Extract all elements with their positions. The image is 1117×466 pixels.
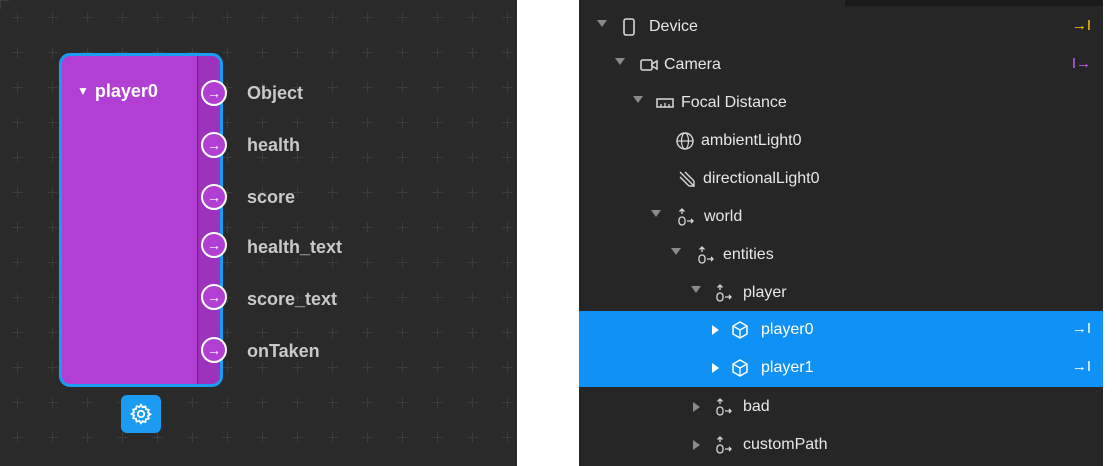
expand-arrow-icon[interactable] xyxy=(651,210,661,217)
output-icon[interactable]: →I xyxy=(1072,358,1091,375)
output-label-score: score xyxy=(247,187,296,207)
scene-hierarchy-panel: Device →I Camera I→ Focal Distance ambie… xyxy=(579,0,1103,466)
tree-row-label: player0 xyxy=(761,321,814,338)
tree-row-label: Focal Distance xyxy=(681,94,787,111)
expand-arrow-icon[interactable] xyxy=(712,325,719,335)
cube-icon xyxy=(732,321,748,339)
tree-row-player0[interactable]: player0 →I xyxy=(579,311,1103,349)
directional-light-icon xyxy=(679,171,695,187)
tree-row-label: player xyxy=(743,284,787,301)
arrow-right-icon: → xyxy=(207,137,221,153)
panel-top-edge xyxy=(845,0,1103,6)
camera-icon xyxy=(640,59,658,71)
output-label-health: health xyxy=(247,135,301,155)
expand-arrow-icon[interactable] xyxy=(671,248,681,255)
tree-row-label: ambientLight0 xyxy=(701,132,802,149)
output-port-health[interactable]: → xyxy=(201,132,227,158)
output-port-object[interactable]: → xyxy=(201,80,227,106)
tree-row-camera[interactable]: Camera I→ xyxy=(579,46,1103,84)
expand-arrow-icon[interactable] xyxy=(693,402,700,412)
tree-row-directional-light[interactable]: directionalLight0 xyxy=(579,160,1103,198)
tree-row-label: Camera xyxy=(664,56,721,73)
output-port-score[interactable]: → xyxy=(201,184,227,210)
output-port-ontaken[interactable]: → xyxy=(201,337,227,363)
expand-arrow-icon[interactable] xyxy=(597,20,607,27)
device-icon xyxy=(623,18,635,36)
collapse-triangle-icon[interactable]: ▼ xyxy=(77,84,89,98)
output-label-ontaken: onTaken xyxy=(247,341,320,361)
gear-icon xyxy=(129,403,153,425)
tree-row-label: bad xyxy=(743,398,770,415)
node-settings-button[interactable] xyxy=(121,395,161,433)
expand-arrow-icon[interactable] xyxy=(712,363,719,373)
expand-arrow-icon[interactable] xyxy=(691,286,701,293)
arrow-right-icon: → xyxy=(207,289,221,305)
null-object-icon xyxy=(716,284,732,302)
null-object-icon xyxy=(716,436,732,454)
expand-arrow-icon[interactable] xyxy=(615,58,625,65)
arrow-right-icon: → xyxy=(207,189,221,205)
focal-distance-icon xyxy=(656,98,674,108)
output-port-score-text[interactable]: → xyxy=(201,284,227,310)
tree-row-entities[interactable]: entities xyxy=(579,236,1103,274)
output-label-health-text: health_text xyxy=(247,237,343,257)
tree-row-world[interactable]: world xyxy=(579,198,1103,236)
globe-icon xyxy=(676,132,694,150)
tree-row-label: player1 xyxy=(761,359,814,376)
arrow-right-icon: → xyxy=(207,342,221,358)
arrow-right-icon: → xyxy=(207,237,221,253)
tree-row-bad[interactable]: bad xyxy=(579,388,1103,426)
expand-arrow-icon[interactable] xyxy=(693,440,700,450)
patch-editor-canvas[interactable]: ▼ player0 → Object → health → score → hea… xyxy=(0,0,517,466)
cube-icon xyxy=(732,359,748,377)
tree-row-focal-distance[interactable]: Focal Distance xyxy=(579,84,1103,122)
tree-row-label: customPath xyxy=(743,436,828,453)
camera-input-icon[interactable]: I→ xyxy=(1072,55,1091,72)
tree-row-custompath[interactable]: customPath xyxy=(579,426,1103,464)
tree-row-label: entities xyxy=(723,246,774,263)
node-title-text: player0 xyxy=(94,81,158,101)
tree-row-label: Device xyxy=(649,18,698,35)
expand-arrow-icon[interactable] xyxy=(633,96,643,103)
patch-node-player0[interactable]: ▼ player0 xyxy=(59,53,223,387)
node-title[interactable]: ▼ player0 xyxy=(77,82,158,102)
device-output-icon[interactable]: →I xyxy=(1072,17,1091,34)
null-object-icon xyxy=(716,398,732,416)
tree-row-device[interactable]: Device →I xyxy=(579,8,1103,46)
tree-row-player1[interactable]: player1 →I xyxy=(579,349,1103,387)
tree-row-ambient-light[interactable]: ambientLight0 xyxy=(579,122,1103,160)
null-object-icon xyxy=(678,208,694,226)
tree-row-label: world xyxy=(704,208,743,225)
tree-row-label: directionalLight0 xyxy=(703,170,820,187)
arrow-right-icon: → xyxy=(207,85,221,101)
output-icon[interactable]: →I xyxy=(1072,320,1091,337)
output-label-score-text: score_text xyxy=(247,289,338,309)
output-label-object: Object xyxy=(247,83,304,103)
null-object-icon xyxy=(698,246,714,264)
tree-row-player[interactable]: player xyxy=(579,274,1103,312)
output-port-health-text[interactable]: → xyxy=(201,232,227,258)
